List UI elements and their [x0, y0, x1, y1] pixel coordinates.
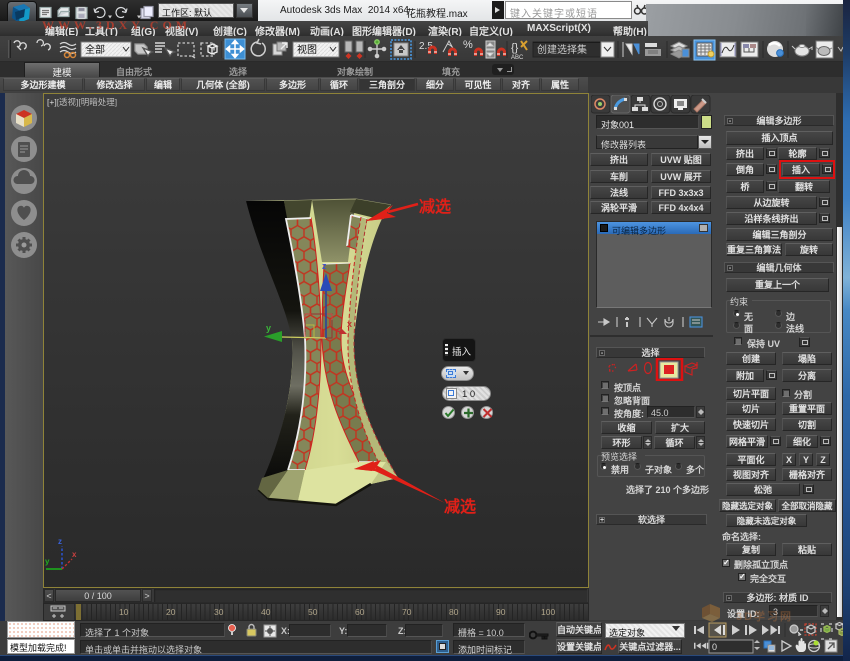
svg-text:x: x — [347, 319, 352, 329]
svg-text:{}: {} — [511, 42, 519, 54]
svg-text:z: z — [58, 537, 62, 546]
svg-text:ABC: ABC — [511, 55, 524, 61]
svg-text:全部: 全部 — [85, 43, 105, 56]
svg-text:%: % — [463, 39, 473, 51]
svg-text:视图: 视图 — [297, 43, 317, 56]
svg-text:0: 0 — [712, 642, 717, 652]
svg-text:z: z — [322, 261, 327, 271]
svg-text:创建选择集: 创建选择集 — [537, 43, 587, 56]
svg-text:y: y — [266, 323, 271, 333]
svg-text:y: y — [45, 557, 50, 566]
svg-text:x: x — [72, 550, 77, 559]
